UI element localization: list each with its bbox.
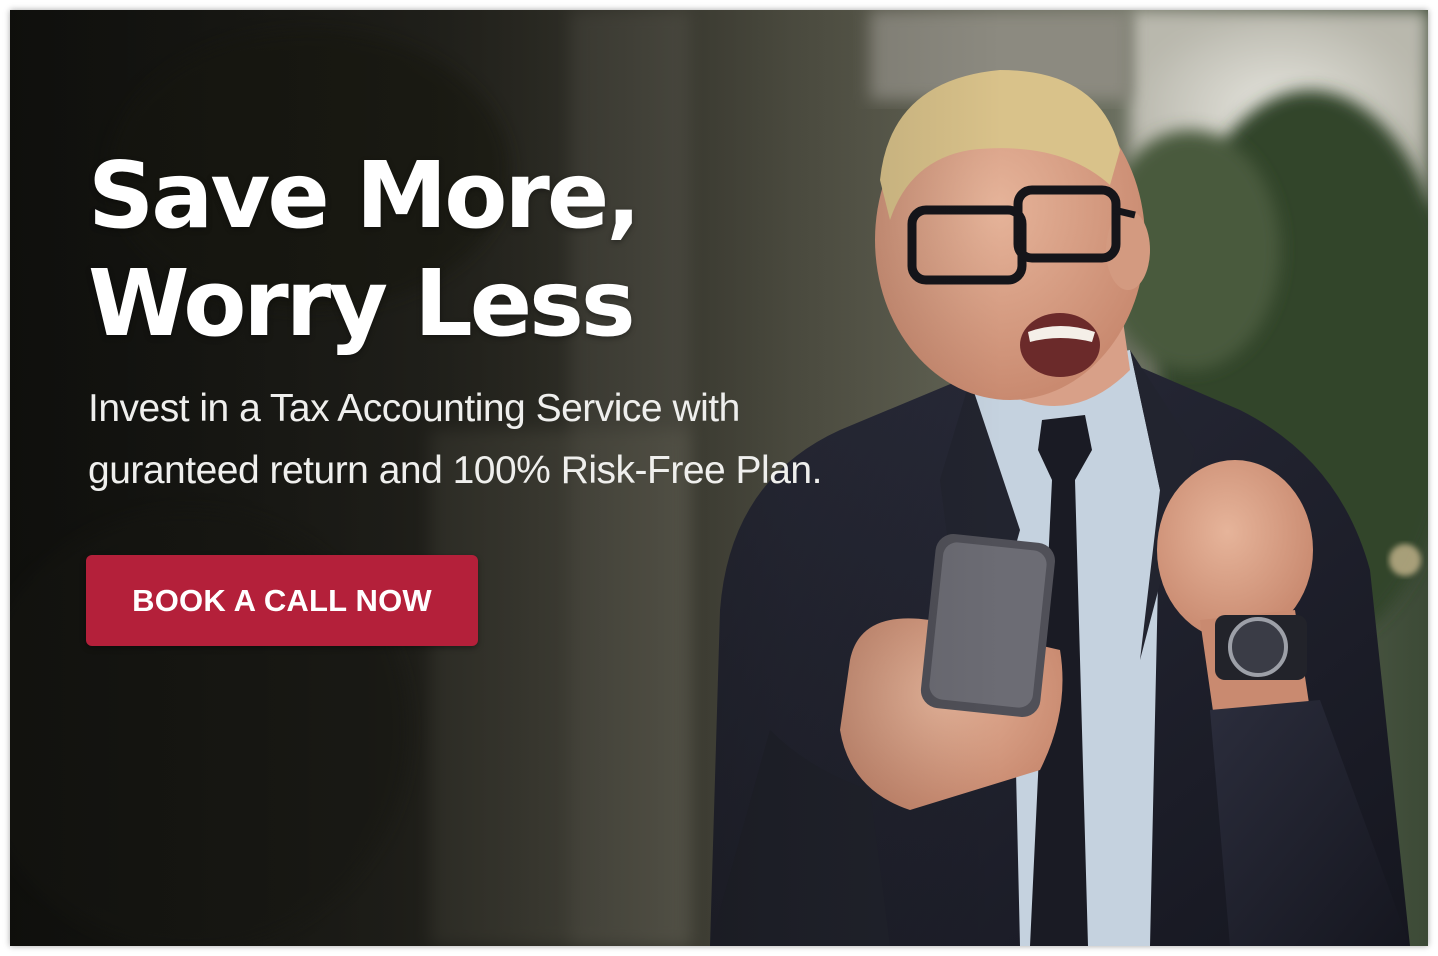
headline-line-2: Worry Less [88,250,636,357]
ad-banner: Save More, Worry Less Invest in a Tax Ac… [10,10,1428,946]
subheadline: Invest in a Tax Accounting Service with … [88,378,822,502]
subheadline-line-1: Invest in a Tax Accounting Service with [88,387,740,430]
subheadline-line-2: guranteed return and 100% Risk-Free Plan… [88,449,822,492]
headline-line-1: Save More, [88,142,641,249]
book-a-call-button[interactable]: BOOK A CALL NOW [86,555,478,646]
headline: Save More, Worry Less [88,142,641,358]
